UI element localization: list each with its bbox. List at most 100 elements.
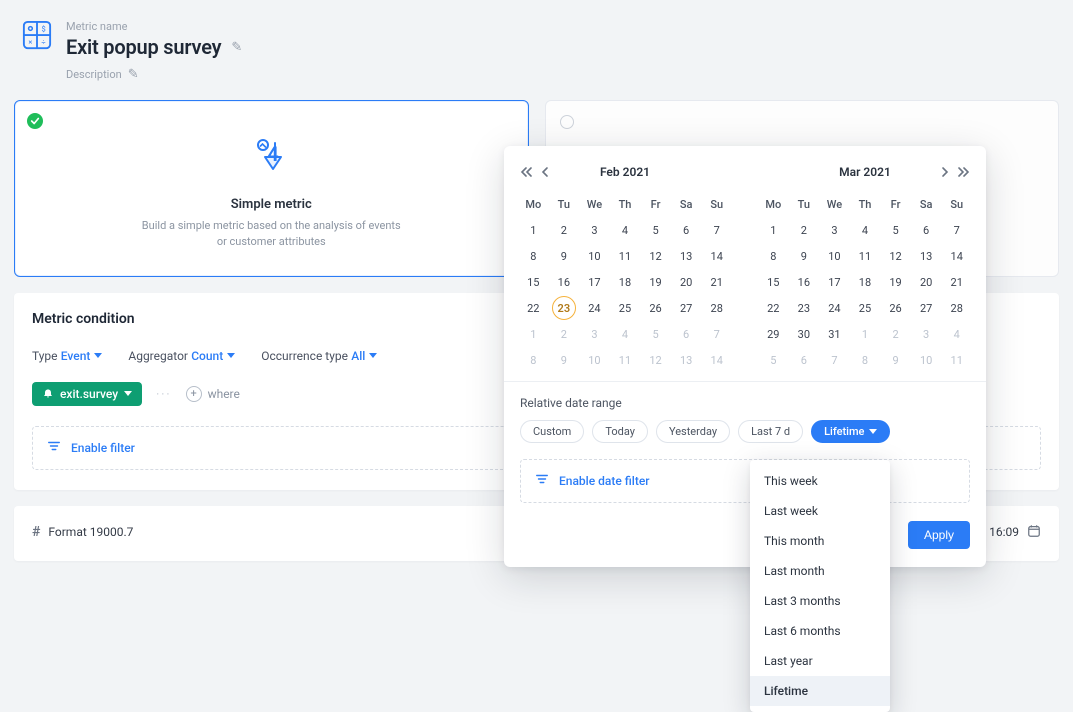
day-cell[interactable]: 8 — [521, 348, 545, 372]
day-cell[interactable]: 11 — [853, 244, 877, 268]
add-where-button[interactable]: + where — [186, 386, 240, 402]
card-simple-metric[interactable]: 4 Simple metric Build a simple metric ba… — [14, 100, 529, 277]
day-cell[interactable]: 27 — [914, 296, 938, 320]
day-cell[interactable]: 19 — [884, 270, 908, 294]
range-chip-yesterday[interactable]: Yesterday — [656, 420, 730, 443]
dropdown-item-last-week[interactable]: Last week — [750, 496, 890, 526]
dropdown-item-last-3-months[interactable]: Last 3 months — [750, 586, 890, 616]
day-cell[interactable]: 12 — [884, 244, 908, 268]
day-cell[interactable]: 14 — [705, 244, 729, 268]
day-cell[interactable]: 24 — [582, 296, 606, 320]
day-cell[interactable]: 4 — [613, 322, 637, 346]
day-cell[interactable]: 20 — [674, 270, 698, 294]
day-cell[interactable]: 25 — [613, 296, 637, 320]
day-cell[interactable]: 3 — [822, 218, 846, 242]
day-cell[interactable]: 14 — [945, 244, 969, 268]
dropdown-item-last-year[interactable]: Last year — [750, 646, 890, 676]
dropdown-item-this-month[interactable]: This month — [750, 526, 890, 556]
day-cell[interactable]: 19 — [644, 270, 668, 294]
day-cell[interactable]: 3 — [914, 322, 938, 346]
day-cell[interactable]: 10 — [582, 348, 606, 372]
day-cell[interactable]: 4 — [853, 218, 877, 242]
range-chip-custom[interactable]: Custom — [520, 420, 584, 443]
day-cell[interactable]: 23 — [552, 296, 576, 320]
day-cell[interactable]: 2 — [552, 218, 576, 242]
day-cell[interactable]: 6 — [674, 218, 698, 242]
day-cell[interactable]: 14 — [705, 348, 729, 372]
day-cell[interactable]: 5 — [884, 218, 908, 242]
day-cell[interactable]: 7 — [705, 322, 729, 346]
format-control[interactable]: # Format 19000.7 — [32, 524, 133, 540]
day-cell[interactable]: 18 — [613, 270, 637, 294]
dropdown-item-last-6-months[interactable]: Last 6 months — [750, 616, 890, 646]
prev-month-button[interactable] — [538, 164, 552, 180]
range-chip-lifetime[interactable]: Lifetime — [811, 420, 890, 443]
next-year-button[interactable] — [956, 164, 972, 180]
day-cell[interactable]: 7 — [945, 218, 969, 242]
day-cell[interactable]: 22 — [761, 296, 785, 320]
day-cell[interactable]: 20 — [914, 270, 938, 294]
day-cell[interactable]: 6 — [674, 322, 698, 346]
day-cell[interactable]: 13 — [914, 244, 938, 268]
day-cell[interactable]: 26 — [644, 296, 668, 320]
day-cell[interactable]: 15 — [761, 270, 785, 294]
day-cell[interactable]: 22 — [521, 296, 545, 320]
edit-title-icon[interactable]: ✎ — [231, 40, 242, 55]
day-cell[interactable]: 5 — [644, 218, 668, 242]
dropdown-item-this-week[interactable]: This week — [750, 466, 890, 496]
range-chip-last-7-d[interactable]: Last 7 d — [738, 420, 803, 443]
day-cell[interactable]: 28 — [705, 296, 729, 320]
day-cell[interactable]: 29 — [761, 322, 785, 346]
day-cell[interactable]: 17 — [582, 270, 606, 294]
day-cell[interactable]: 8 — [853, 348, 877, 372]
edit-description-icon[interactable]: ✎ — [128, 67, 139, 82]
day-cell[interactable]: 9 — [552, 348, 576, 372]
day-cell[interactable]: 6 — [914, 218, 938, 242]
day-cell[interactable]: 28 — [945, 296, 969, 320]
prev-year-button[interactable] — [518, 164, 534, 180]
event-chip[interactable]: exit.survey — [32, 382, 142, 406]
day-cell[interactable]: 2 — [884, 322, 908, 346]
day-cell[interactable]: 1 — [761, 218, 785, 242]
day-cell[interactable]: 12 — [644, 244, 668, 268]
day-cell[interactable]: 31 — [822, 322, 846, 346]
day-cell[interactable]: 13 — [674, 348, 698, 372]
day-cell[interactable]: 30 — [792, 322, 816, 346]
day-cell[interactable]: 10 — [582, 244, 606, 268]
enable-date-filter-box[interactable]: Enable date filter — [520, 459, 970, 503]
day-cell[interactable]: 13 — [674, 244, 698, 268]
dropdown-item-last-month[interactable]: Last month — [750, 556, 890, 586]
day-cell[interactable]: 25 — [853, 296, 877, 320]
day-cell[interactable]: 8 — [761, 244, 785, 268]
day-cell[interactable]: 1 — [521, 218, 545, 242]
aggregator-select[interactable]: Count — [191, 349, 235, 363]
occurrence-select[interactable]: All — [351, 349, 377, 363]
day-cell[interactable]: 26 — [884, 296, 908, 320]
day-cell[interactable]: 5 — [644, 322, 668, 346]
day-cell[interactable]: 18 — [853, 270, 877, 294]
day-cell[interactable]: 16 — [792, 270, 816, 294]
next-month-button[interactable] — [938, 164, 952, 180]
type-select[interactable]: Event — [61, 349, 103, 363]
day-cell[interactable]: 9 — [792, 244, 816, 268]
day-cell[interactable]: 9 — [884, 348, 908, 372]
day-cell[interactable]: 9 — [552, 244, 576, 268]
day-cell[interactable]: 6 — [792, 348, 816, 372]
day-cell[interactable]: 10 — [914, 348, 938, 372]
day-cell[interactable]: 17 — [822, 270, 846, 294]
day-cell[interactable]: 7 — [822, 348, 846, 372]
range-chip-today[interactable]: Today — [592, 420, 648, 443]
day-cell[interactable]: 12 — [644, 348, 668, 372]
radio-unchecked-icon[interactable] — [560, 115, 574, 129]
day-cell[interactable]: 1 — [521, 322, 545, 346]
day-cell[interactable]: 21 — [945, 270, 969, 294]
day-cell[interactable]: 2 — [792, 218, 816, 242]
day-cell[interactable]: 3 — [582, 218, 606, 242]
day-cell[interactable]: 16 — [552, 270, 576, 294]
apply-button[interactable]: Apply — [908, 521, 970, 549]
day-cell[interactable]: 10 — [822, 244, 846, 268]
day-cell[interactable]: 1 — [853, 322, 877, 346]
day-cell[interactable]: 4 — [613, 218, 637, 242]
day-cell[interactable]: 11 — [945, 348, 969, 372]
day-cell[interactable]: 3 — [582, 322, 606, 346]
